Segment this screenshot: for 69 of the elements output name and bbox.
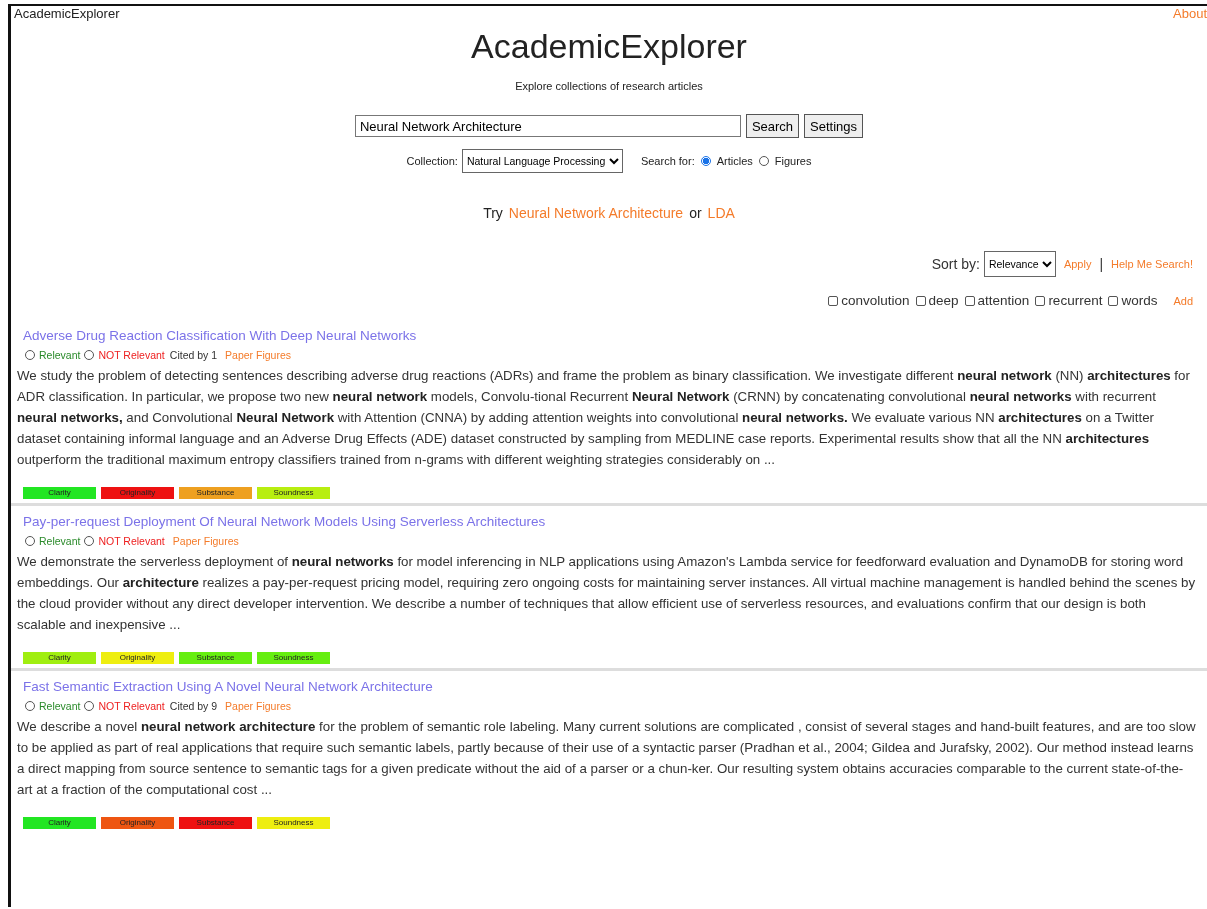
score-tag: Substance: [179, 652, 252, 664]
score-tag: Originality: [101, 487, 174, 499]
article-abstract: We demonstrate the serverless deployment of neural networks for model inferencing in NLP applications using Amazon's Lambda service for feedforward evaluation and DynamoDB for storing word embeddings. Our architecture realizes a pay-per-request pricing model, requiring zero ongoing costs for maintaining server instances. All virtual machine management is handled behind the scenes by the cloud provider without any direct developer intervention. We describe a number of techniques that allow efficient use of serverless resources, and evaluations confirm that our design is both scalable and inexpensive ...: [17, 553, 1197, 634]
radio-button[interactable]: [25, 701, 35, 711]
article-title-link[interactable]: Fast Semantic Extraction Using A Novel Neural Network Architecture: [23, 679, 433, 694]
score-tag: Soundness: [257, 817, 330, 829]
checkbox[interactable]: [964, 296, 975, 306]
keyword-label: deep: [928, 293, 959, 308]
checkbox[interactable]: [915, 296, 926, 306]
relevance-label: Relevant: [39, 349, 81, 361]
settings-button[interactable]: Settings: [804, 114, 864, 138]
score-tag: Clarity: [23, 487, 96, 499]
score-tag: Clarity: [23, 817, 96, 829]
paper-figures-link[interactable]: Paper Figures: [172, 535, 239, 547]
keyword-label: words: [1121, 293, 1158, 308]
or-label: or: [689, 205, 702, 221]
citation-count: Cited by 9: [169, 700, 218, 712]
relevance-label: Relevant: [39, 700, 81, 712]
paper-figures-link[interactable]: Paper Figures: [225, 349, 292, 361]
article-title-link[interactable]: Pay-per-request Deployment Of Neural Network Models Using Serverless Architectures: [23, 514, 546, 529]
suggestion-link[interactable]: LDA: [707, 205, 735, 221]
search-for-label: Search for:: [640, 155, 695, 167]
article-abstract: We study the problem of detecting sentences describing adverse drug reactions (ADRs) and frame the problem as binary classification. We investigate different neural network (NN) architectures for ADR classification. In particular, we propose two new neural network models, Convolu-tional Recurrent Neural Network (CRNN) by concatenating convolutional neural networks with recurrent neural networks, and Convolutional Neural Network with Attention (CNNA) by adding attention weights into convolutional neural networks. We evaluate various NN architectures on a Twitter dataset containing informal language and an Adverse Drug Effects (ADE) dataset constructed by sampling from MEDLINE case reports. Experimental results show that all the NN architectures outperform the traditional maximum entropy classifiers trained from n-grams with different weighting strategies considerably on ...: [17, 367, 1191, 469]
page-title: AcademicExplorer: [471, 27, 747, 66]
help-search-link[interactable]: Help Me Search!: [1111, 258, 1193, 270]
keyword-label: convolution: [841, 293, 910, 308]
radio-button[interactable]: [700, 156, 711, 166]
radio-label: Articles: [716, 155, 753, 167]
score-tag: Originality: [101, 652, 174, 664]
search-button[interactable]: Search: [745, 114, 800, 138]
checkbox[interactable]: [828, 296, 839, 306]
about-link[interactable]: About: [1173, 6, 1207, 21]
radio-button[interactable]: [84, 350, 95, 360]
score-tag: Clarity: [23, 652, 96, 664]
score-tag: Originality: [101, 817, 174, 829]
suggestion-link[interactable]: Neural Network Architecture: [508, 205, 684, 221]
relevance-label: NOT Relevant: [98, 349, 165, 361]
keyword-label: attention: [977, 293, 1030, 308]
radio-button[interactable]: [84, 701, 95, 711]
relevance-label: NOT Relevant: [98, 700, 165, 712]
relevance-label: NOT Relevant: [98, 535, 165, 547]
score-tag: Soundness: [257, 652, 330, 664]
sort-dropdown[interactable]: Relevance: [983, 251, 1056, 277]
page-subtitle: Explore collections of research articles: [515, 80, 703, 92]
score-tag: Soundness: [257, 487, 330, 499]
radio-button[interactable]: [25, 536, 35, 546]
article-abstract: We describe a novel neural network architecture for the problem of semantic role labeling. Many current solutions are complicated , consist of several stages and hand-built features, and are too slow to be applied as part of real applications that require such semantic labels, partly because of their use of a syntactic parser (Pradhan et al., 2004; Gildea and Jurafsky, 2002). Our method instead learns a direct mapping from source sentence to semantic tags for a given predicate without the aid of a parser or a chun-ker. Our resulting system obtains accuracies comparable to the current state-of-the-art at a fraction of the computational cost ...: [17, 718, 1197, 799]
search-field[interactable]: Neural Network Architecture: [354, 115, 741, 137]
article-title-link[interactable]: Adverse Drug Reaction Classification With Deep Neural Networks: [23, 328, 417, 343]
collection-label: Collection:: [406, 155, 458, 167]
apply-link[interactable]: Apply: [1063, 258, 1092, 270]
radio-button[interactable]: [84, 536, 95, 546]
citation-count: Cited by 1: [169, 349, 218, 361]
radio-button[interactable]: [758, 156, 769, 166]
try-label: Try: [483, 205, 503, 221]
radio-button[interactable]: [25, 350, 35, 360]
brand-name: AcademicExplorer: [14, 6, 120, 21]
collection-dropdown[interactable]: Natural Language Processing: [461, 149, 623, 173]
keyword-label: recurrent: [1048, 293, 1103, 308]
checkbox[interactable]: [1035, 296, 1046, 306]
paper-figures-link[interactable]: Paper Figures: [225, 700, 292, 712]
checkbox[interactable]: [1108, 296, 1119, 306]
radio-label: Figures: [774, 155, 812, 167]
relevance-label: Relevant: [39, 535, 81, 547]
score-tag: Substance: [179, 487, 252, 499]
add-link[interactable]: Add: [1173, 294, 1193, 307]
separator: |: [1099, 256, 1104, 272]
sort-label: Sort by:: [931, 256, 980, 272]
score-tag: Substance: [179, 817, 252, 829]
